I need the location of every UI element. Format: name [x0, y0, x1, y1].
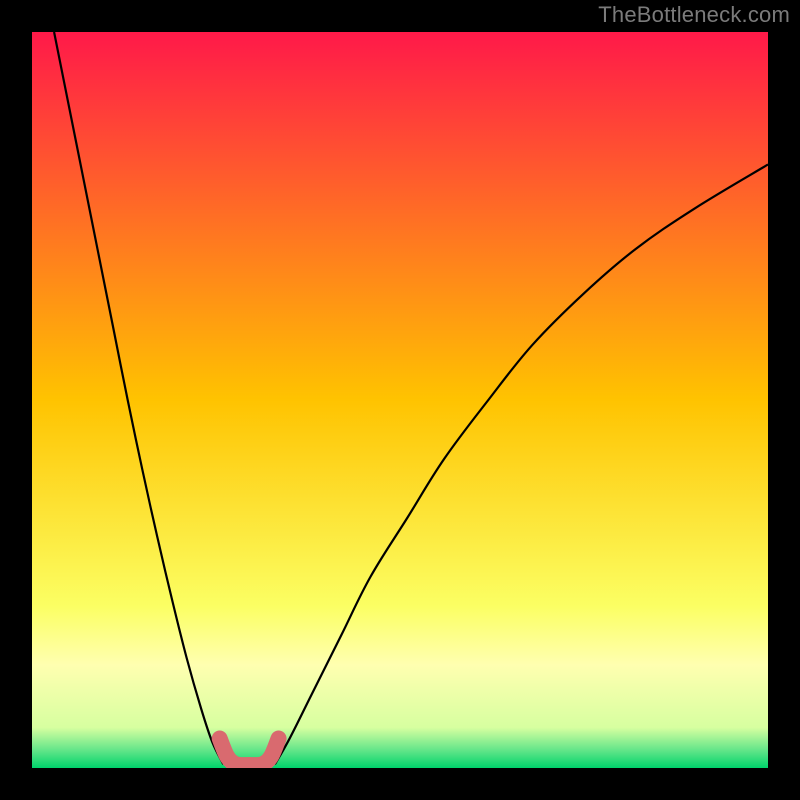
watermark-text: TheBottleneck.com — [598, 2, 790, 28]
chart-frame: { "watermark": "TheBottleneck.com", "cha… — [0, 0, 800, 800]
bottleneck-chart — [0, 0, 800, 800]
plot-background — [32, 32, 768, 768]
